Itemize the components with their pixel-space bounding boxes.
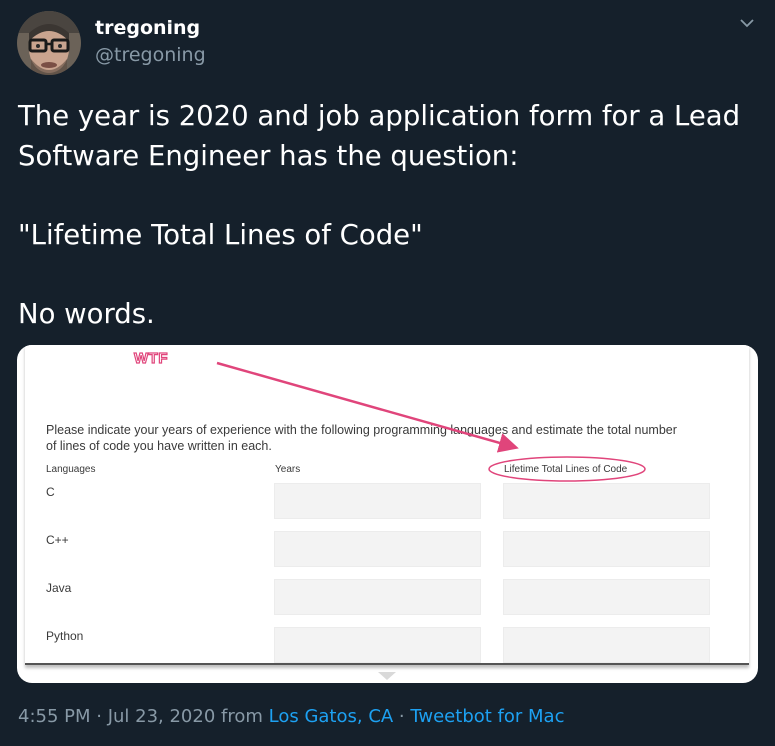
lines-input (503, 483, 710, 519)
chevron-down-icon[interactable] (736, 16, 758, 32)
column-languages: Languages (46, 464, 96, 475)
years-input (274, 579, 481, 615)
tweet-image[interactable]: Please indicate your years of experience… (17, 345, 758, 683)
column-lifetime-lines: Lifetime Total Lines of Code (504, 464, 628, 475)
display-name[interactable]: tregoning (95, 17, 200, 39)
timestamp[interactable]: 4:55 PM · Jul 23, 2020 from (18, 706, 269, 727)
tweet-line: No words. (18, 297, 155, 330)
tweet: tregoning @tregoning The year is 2020 an… (0, 0, 775, 746)
scroll-down-icon (378, 672, 396, 680)
source-link[interactable]: Tweetbot for Mac (410, 706, 564, 727)
language-label: C (46, 485, 55, 499)
language-label: C++ (46, 533, 69, 547)
lines-input (503, 579, 710, 615)
user-avatar-icon (17, 11, 81, 75)
form-intro-line: Please indicate your years of experience… (46, 423, 677, 437)
tweet-line: The year is 2020 and job application for… (18, 100, 741, 132)
form-intro: Please indicate your years of experience… (46, 422, 736, 454)
language-label: Java (46, 581, 72, 595)
years-input (274, 483, 481, 519)
form-screenshot: Please indicate your years of experience… (25, 345, 749, 665)
form-intro-line: of lines of code you have written in eac… (46, 439, 272, 453)
language-label: Python (46, 629, 84, 643)
avatar[interactable] (17, 11, 81, 75)
wtf-annotation: WTF (133, 349, 168, 367)
lines-input (503, 531, 710, 567)
tweet-footer: 4:55 PM · Jul 23, 2020 from Los Gatos, C… (18, 706, 564, 727)
years-input (274, 627, 481, 663)
user-handle[interactable]: @tregoning (95, 44, 206, 66)
column-years: Years (275, 464, 301, 475)
location-link[interactable]: Los Gatos, CA (269, 706, 394, 727)
tweet-line: Software Engineer has the question: (18, 139, 519, 172)
tweet-text: The year is 2020 and job application for… (18, 97, 758, 334)
years-input (274, 531, 481, 567)
tweet-line: "Lifetime Total Lines of Code" (18, 218, 423, 251)
separator: · (393, 706, 411, 727)
lines-input (503, 627, 710, 663)
